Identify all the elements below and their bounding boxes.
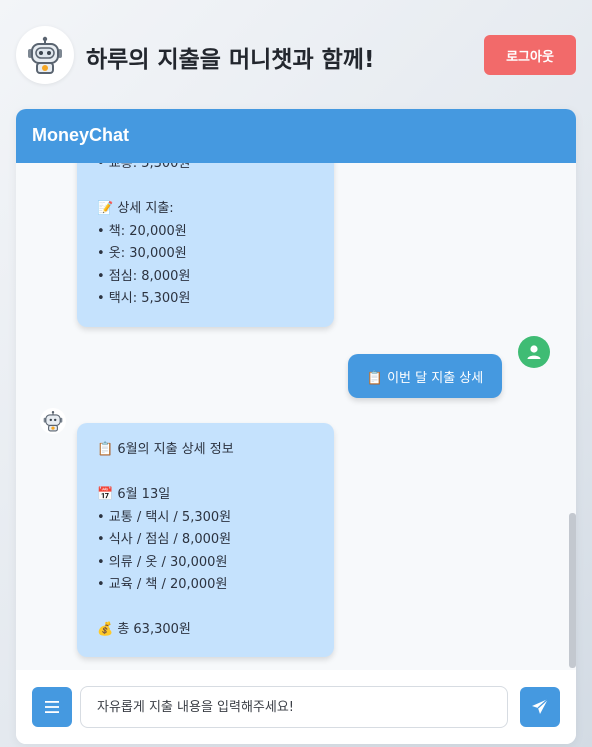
bot-message: 📋 6월의 지출 상세 정보 📅 6월 13일 • 교통 / 택시 / 5,30… [77,423,334,657]
message-line: • 의류 / 옷 / 30,000원 [97,554,228,570]
paper-plane-icon [532,698,549,714]
message-line: 📅 6월 13일 [97,487,171,502]
message-line: • 식사 / 점심 / 8,000원 [97,532,232,547]
page-title: 하루의 지출을 머니챗과 함께! [86,47,375,73]
scrollbar[interactable] [569,513,576,668]
message-line: 📝 상세 지출: [97,201,174,216]
user-avatar-icon [518,336,550,368]
bot-message: • 교통: 5,300원 📝 상세 지출: • 책: 20,000원 • 옷: … [77,163,334,327]
message-line: 💰 총 63,300원 [97,622,191,637]
chat-window: MoneyChat • 교통: 5,300원 📝 상세 지출: • 책: 20,… [16,109,576,744]
page-header: 하루의 지출을 머니챗과 함께! 로그아웃 [16,26,576,84]
menu-button[interactable] [32,687,72,727]
robot-logo-icon [16,26,74,84]
chat-title: MoneyChat [16,109,576,163]
hamburger-menu-icon [45,701,59,713]
message-line: • 교통: 5,300원 [97,163,191,171]
input-bar [16,670,576,744]
send-button[interactable] [520,687,560,727]
message-line: • 점심: 8,000원 [97,268,191,284]
logout-button[interactable]: 로그아웃 [484,35,576,75]
user-message: 📋 이번 달 지출 상세 [348,354,502,398]
message-list[interactable]: • 교통: 5,300원 📝 상세 지출: • 책: 20,000원 • 옷: … [16,163,576,670]
message-line: • 교통 / 택시 / 5,300원 [97,509,232,525]
message-line: 📋 6월의 지출 상세 정보 [97,442,234,457]
message-line: • 옷: 30,000원 [97,246,187,261]
message-input[interactable] [80,686,508,728]
message-line: • 책: 20,000원 [97,223,187,239]
message-line: • 교육 / 책 / 20,000원 [97,577,228,592]
bot-avatar-icon [40,408,66,434]
message-line: • 택시: 5,300원 [97,291,191,306]
